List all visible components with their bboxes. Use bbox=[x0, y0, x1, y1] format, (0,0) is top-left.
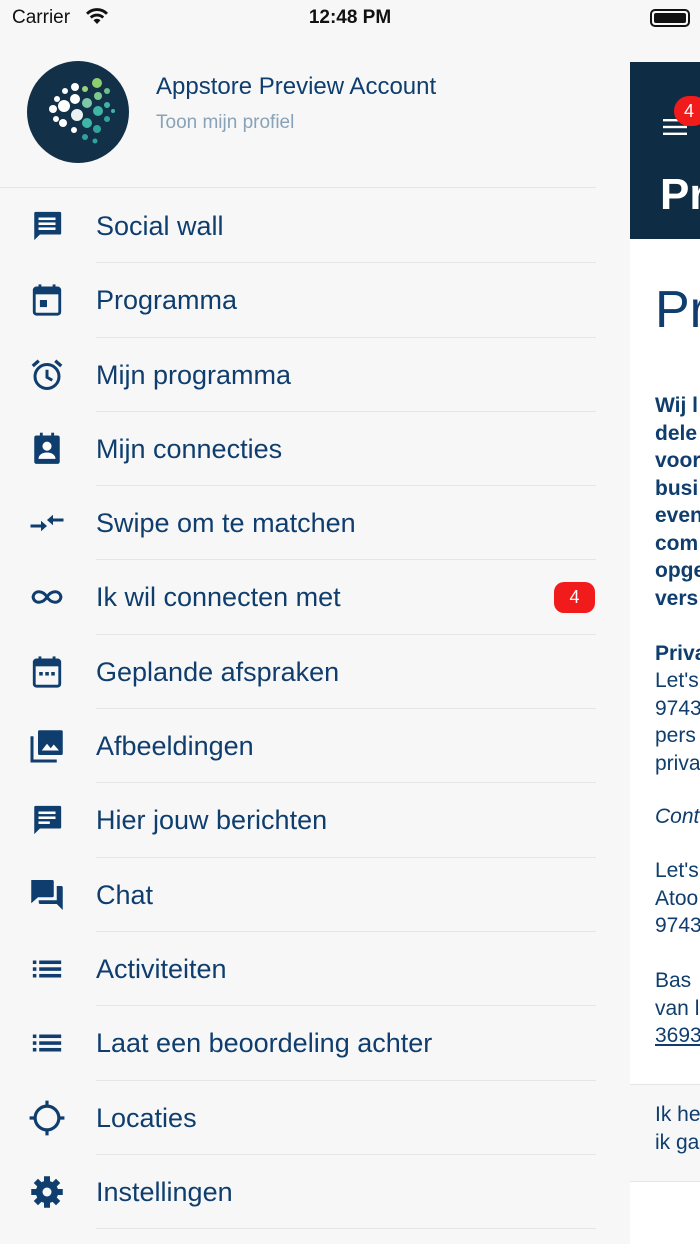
menu-item-beoordeling[interactable]: Laat een beoordeling achter bbox=[0, 1006, 630, 1081]
menu-item-label: Locaties bbox=[96, 1102, 197, 1133]
list-icon bbox=[28, 950, 66, 988]
menu-item-label: Afbeeldingen bbox=[96, 731, 254, 762]
menu-item-social-wall[interactable]: Social wall bbox=[0, 189, 630, 264]
menu-item-label: Instellingen bbox=[96, 1176, 233, 1207]
menu-item-berichten[interactable]: Hier jouw berichten bbox=[0, 783, 630, 858]
consent-text: Ik he ik ga bbox=[655, 1103, 700, 1154]
drawer-menu: Social wall Programma Mijn programma Mij… bbox=[0, 189, 630, 1230]
menu-item-locaties[interactable]: Locaties bbox=[0, 1081, 630, 1155]
calendar-icon bbox=[28, 281, 66, 319]
menu-item-label: Chat bbox=[96, 879, 154, 910]
menu-item-label: Ik wil connecten met bbox=[96, 582, 341, 613]
contact-card-icon bbox=[28, 430, 66, 468]
contact-label: Cont bbox=[655, 805, 700, 828]
battery-icon bbox=[650, 9, 690, 27]
menu-item-connecten[interactable]: Ik wil connecten met 4 bbox=[0, 560, 630, 635]
status-bar: Carrier 12:48 PM bbox=[0, 0, 700, 40]
menu-item-label: Mijn connecties bbox=[96, 433, 283, 464]
clock: 12:48 PM bbox=[308, 7, 392, 28]
calendar-dots-icon bbox=[28, 653, 66, 691]
menu-item-label: Social wall bbox=[96, 211, 224, 241]
menu-item-label: Swipe om te matchen bbox=[96, 508, 356, 539]
message-icon bbox=[28, 801, 66, 839]
nav-title: Pr bbox=[660, 170, 700, 219]
menu-item-afspraken[interactable]: Geplande afspraken bbox=[0, 635, 630, 710]
navigation-drawer: Appstore Preview Account Toon mijn profi… bbox=[0, 40, 630, 1244]
notification-badge: 4 bbox=[554, 582, 595, 614]
app-logo-icon bbox=[49, 78, 115, 144]
menu-item-instellingen[interactable]: Instellingen bbox=[0, 1155, 630, 1230]
top-nav-bar: 4 Pr bbox=[630, 62, 700, 239]
page-heading: Pr bbox=[655, 281, 700, 339]
profile-name: Appstore Preview Account bbox=[156, 73, 437, 100]
crosshair-icon bbox=[28, 1099, 66, 1137]
phone-link[interactable]: 3693 bbox=[655, 1022, 700, 1050]
image-library-icon bbox=[28, 727, 66, 765]
menu-item-swipe[interactable]: Swipe om te matchen bbox=[0, 486, 630, 561]
privacy-title: Priva bbox=[655, 642, 700, 665]
background-page[interactable]: 4 Pr Pr Wij l dele voor busi even com op… bbox=[630, 62, 700, 1244]
consent-bar: Ik he ik ga bbox=[630, 1084, 700, 1182]
list-icon bbox=[28, 1024, 66, 1062]
chat-bubbles-icon bbox=[28, 876, 66, 914]
privacy-text: Let's 9743 pers priva bbox=[655, 669, 700, 775]
menu-item-label: Geplande afspraken bbox=[96, 656, 340, 687]
nav-notification-badge: 4 bbox=[674, 96, 700, 126]
gear-icon bbox=[28, 1173, 66, 1211]
intro-text: Wij l dele voor busi even com opge vers bbox=[655, 394, 700, 610]
menu-item-afbeeldingen[interactable]: Afbeeldingen bbox=[0, 709, 630, 784]
infinity-icon bbox=[28, 578, 66, 616]
menu-item-mijn-programma[interactable]: Mijn programma bbox=[0, 338, 630, 412]
menu-item-activiteiten[interactable]: Activiteiten bbox=[0, 932, 630, 1007]
menu-item-label: Programma bbox=[96, 285, 238, 316]
social-wall-icon bbox=[28, 207, 66, 245]
show-profile-link[interactable]: Toon mijn profiel bbox=[156, 112, 294, 134]
menu-item-programma[interactable]: Programma bbox=[0, 263, 630, 338]
menu-item-label: Hier jouw berichten bbox=[96, 805, 328, 836]
menu-item-chat[interactable]: Chat bbox=[0, 858, 630, 932]
swap-arrows-icon bbox=[28, 504, 66, 542]
avatar bbox=[27, 61, 129, 163]
alarm-icon bbox=[28, 356, 66, 394]
menu-item-mijn-connecties[interactable]: Mijn connecties bbox=[0, 412, 630, 487]
address-text: Let's Atoo 9743 bbox=[655, 859, 700, 937]
menu-item-label: Laat een beoordeling achter bbox=[96, 1028, 433, 1059]
profile-header[interactable]: Appstore Preview Account Toon mijn profi… bbox=[0, 40, 596, 188]
menu-item-label: Mijn programma bbox=[96, 359, 292, 390]
menu-item-label: Activiteiten bbox=[96, 953, 227, 984]
person-text: Bas van l bbox=[655, 969, 700, 1020]
